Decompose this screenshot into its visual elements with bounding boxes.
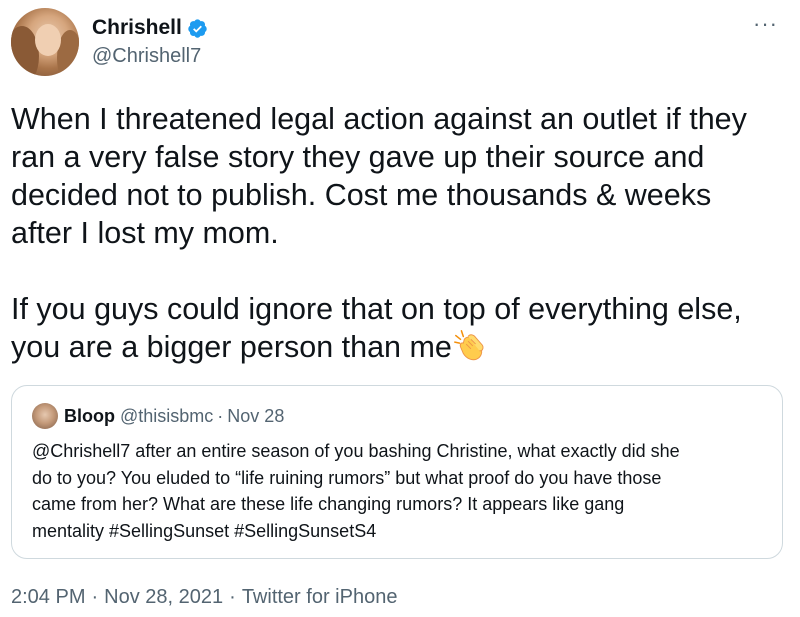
quoted-author-avatar xyxy=(32,403,58,429)
tweet-paragraph-2-line-1: If you guys could ignore that on top of … xyxy=(11,292,742,326)
quoted-tweet-card[interactable]: Bloop @thisisbmc · Nov 28 @Chrishell7 af… xyxy=(11,385,783,559)
author-display-name[interactable]: Chrishell xyxy=(92,16,182,40)
tweet-time[interactable]: 2:04 PM xyxy=(11,586,85,609)
clapping-hands-icon xyxy=(453,330,484,361)
avatar-face xyxy=(35,24,61,56)
tweet-paragraph-2-line-2: you are a bigger person than me xyxy=(11,328,791,366)
verified-badge-icon xyxy=(188,18,207,38)
author-handle[interactable]: @Chrishell7 xyxy=(92,45,201,68)
footer-separator-2: · xyxy=(229,586,236,608)
tweet-paragraph-2-line-2-text: you are a bigger person than me xyxy=(11,330,452,364)
tweet-footer: 2:04 PM · Nov 28, 2021 · Twitter for iPh… xyxy=(11,586,397,609)
tweet-date[interactable]: Nov 28, 2021 xyxy=(104,586,223,609)
tweet-paragraph-1: When I threatened legal action against a… xyxy=(11,102,747,250)
tweet-card: Chrishell @Chrishell7 ··· When I threate… xyxy=(0,0,800,617)
quoted-tweet-header: Bloop @thisisbmc · Nov 28 xyxy=(32,403,284,429)
author-avatar[interactable] xyxy=(11,8,79,76)
quoted-author-name: Bloop xyxy=(64,405,115,426)
footer-separator-1: · xyxy=(91,586,99,608)
more-options-icon[interactable]: ··· xyxy=(753,13,778,35)
author-display-name-row[interactable]: Chrishell xyxy=(92,16,208,40)
tweet-source[interactable]: Twitter for iPhone xyxy=(242,586,398,609)
quoted-tweet-date: Nov 28 xyxy=(227,405,285,426)
quoted-author-handle: @thisisbmc xyxy=(120,405,214,426)
tweet-text: When I threatened legal action against a… xyxy=(11,100,791,366)
quoted-separator: · xyxy=(217,405,224,426)
quoted-tweet-text: @Chrishell7 after an entire season of yo… xyxy=(32,441,680,541)
